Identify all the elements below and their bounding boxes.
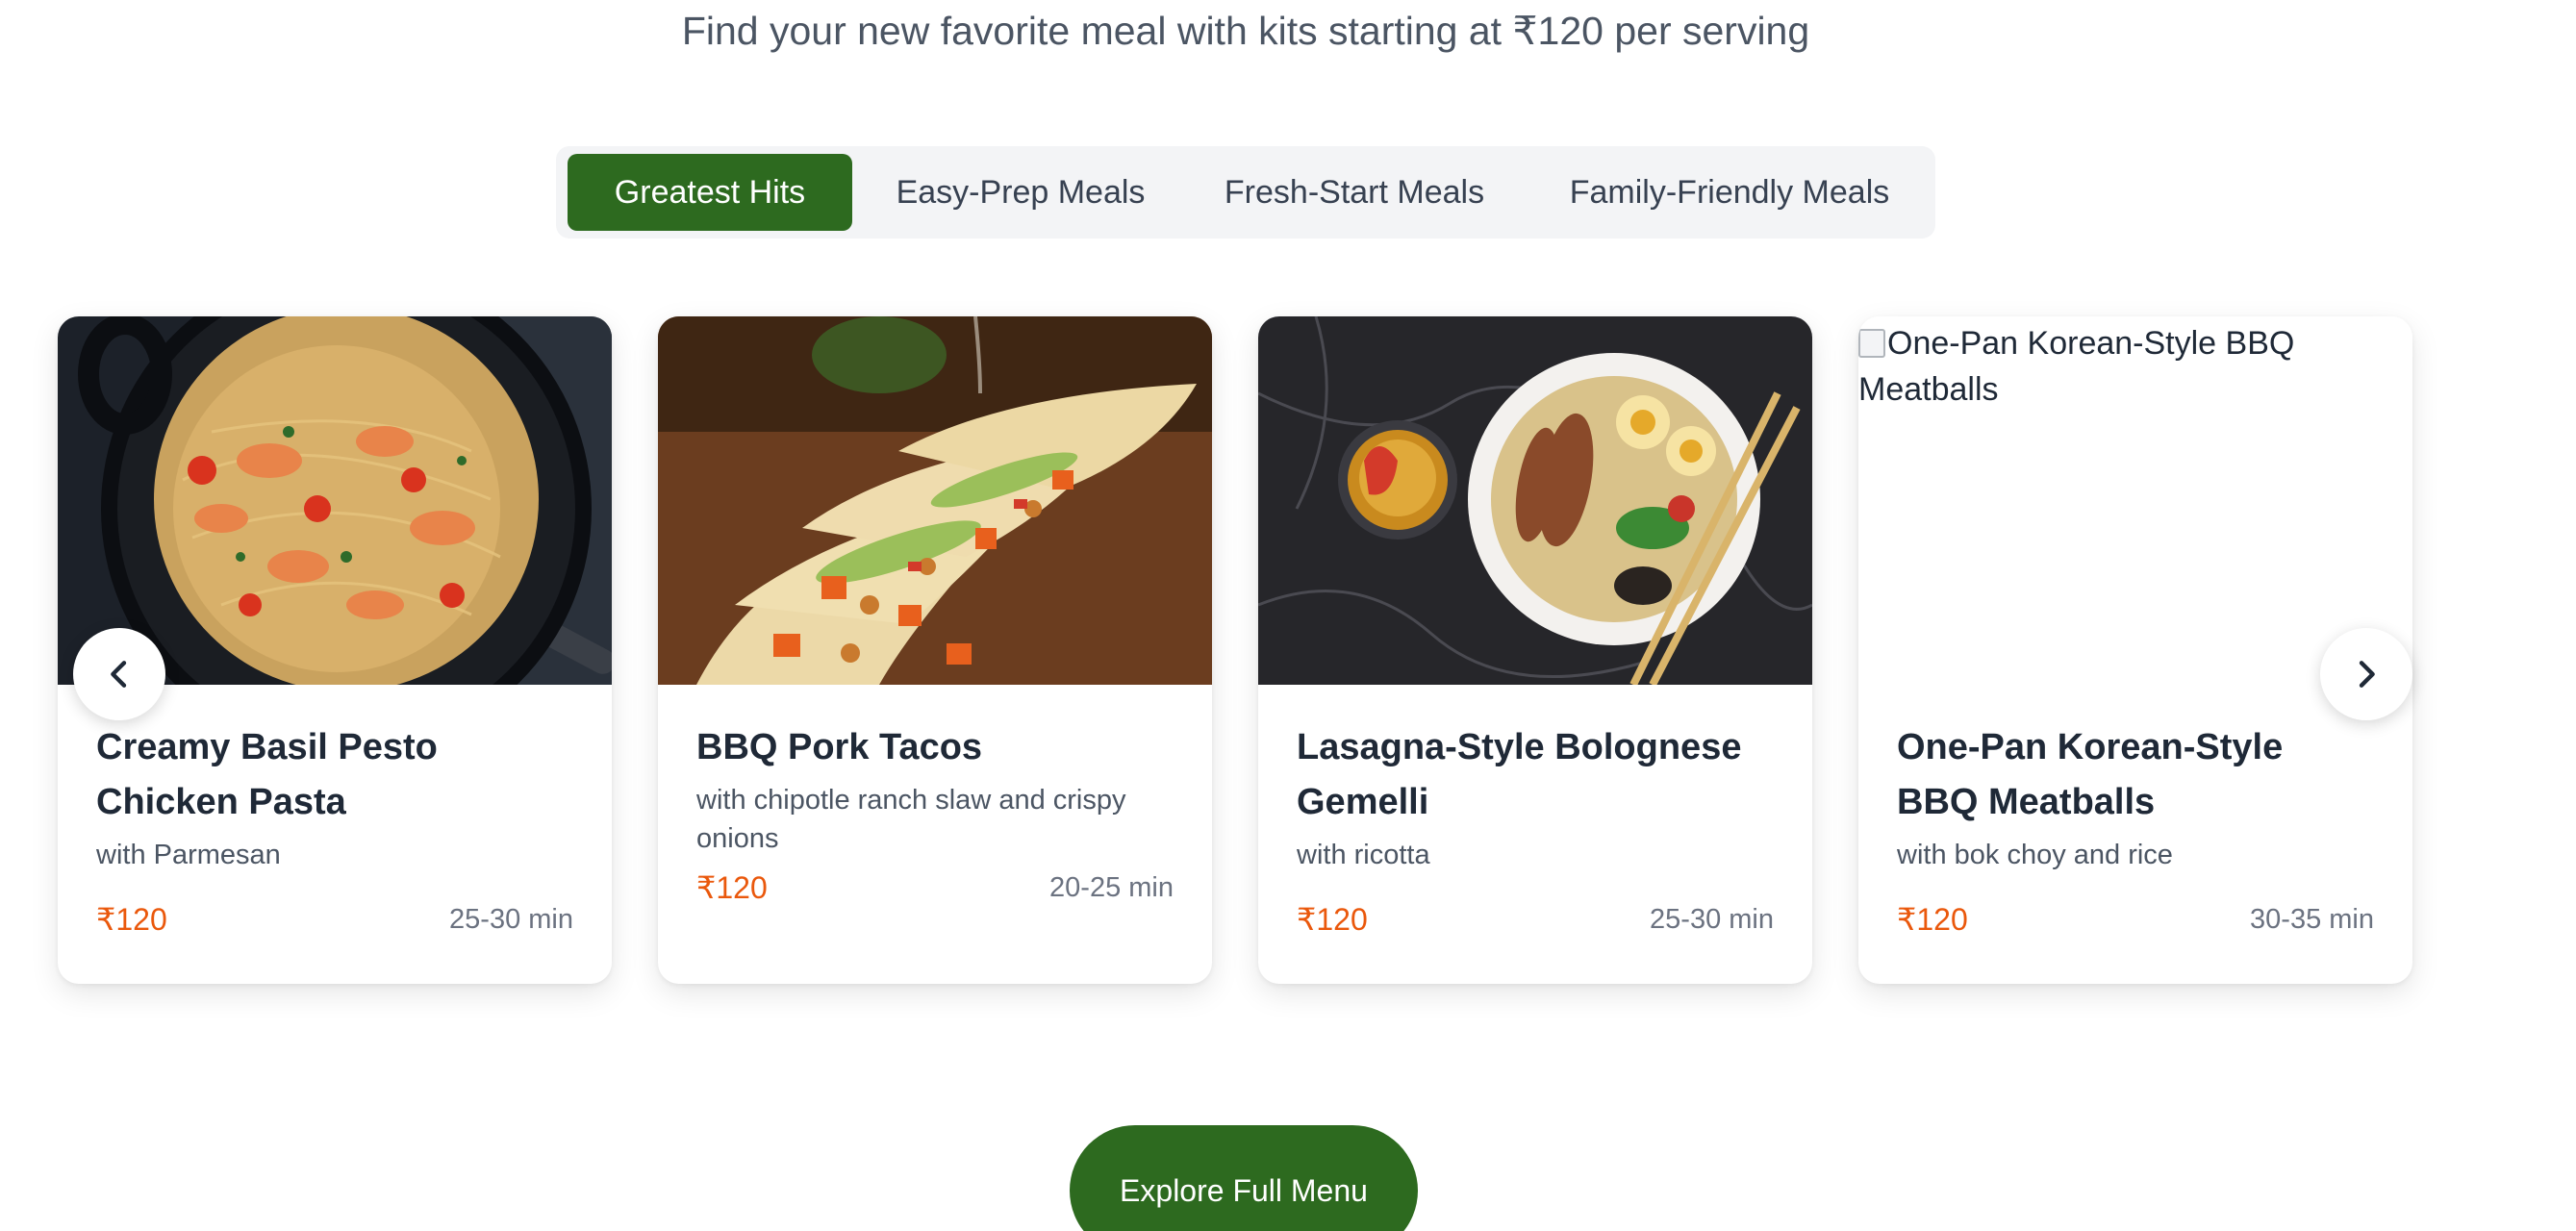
meal-subtitle: with bok choy and rice [1897, 840, 2173, 870]
meal-subtitle: with ricotta [1297, 840, 1430, 870]
tab-fresh-start-meals[interactable]: Fresh-Start Meals [1191, 154, 1518, 231]
chevron-left-icon [111, 661, 127, 688]
broken-image-icon [1858, 329, 1885, 358]
tab-family-friendly-meals[interactable]: Family-Friendly Meals [1533, 154, 1926, 231]
tab-greatest-hits[interactable]: Greatest Hits [568, 154, 852, 231]
meal-image-noodle-bowl [1258, 316, 1812, 685]
carousel-prev-button[interactable] [73, 628, 165, 720]
meal-title[interactable]: Lasagna-Style Bolognese Gemelli [1297, 720, 1774, 830]
meal-prep-time: 20-25 min [1049, 872, 1174, 903]
meal-prep-time: 30-35 min [2250, 904, 2374, 935]
tab-easy-prep-meals[interactable]: Easy-Prep Meals [866, 154, 1175, 231]
meal-prep-time: 25-30 min [449, 904, 573, 935]
meal-title[interactable]: One-Pan Korean-Style BBQ Meatballs [1897, 720, 2374, 830]
meal-image-broken: One-Pan Korean-Style BBQ Meatballs [1858, 316, 2412, 685]
chevron-right-icon [2359, 661, 2375, 688]
meal-category-tabs: Greatest Hits Easy-Prep Meals Fresh-Star… [556, 146, 1935, 239]
page-subtitle: Find your new favorite meal with kits st… [681, 9, 1810, 53]
meal-image-shrimp-pasta [58, 316, 612, 685]
meal-price: ₹120 [96, 902, 167, 937]
meal-subtitle: with Parmesan [96, 840, 281, 870]
meal-title[interactable]: BBQ Pork Tacos [696, 720, 1174, 775]
meal-card[interactable]: Lasagna-Style Bolognese Gemelli with ric… [1258, 316, 1812, 984]
image-alt-text: One-Pan Korean-Style BBQ Meatballs [1858, 316, 2412, 685]
explore-full-menu-button[interactable]: Explore Full Menu [1070, 1125, 1418, 1231]
carousel-next-button[interactable] [2320, 628, 2412, 720]
meal-price: ₹120 [1897, 902, 1968, 937]
meal-price: ₹120 [1297, 902, 1368, 937]
meal-title[interactable]: Creamy Basil Pesto Chicken Pasta [96, 720, 573, 830]
meal-prep-time: 25-30 min [1650, 904, 1774, 935]
meal-price: ₹120 [696, 870, 768, 905]
meal-card[interactable]: BBQ Pork Tacos with chipotle ranch slaw … [658, 316, 1212, 984]
meal-subtitle: with chipotle ranch slaw and crispy onio… [696, 785, 1126, 854]
meal-image-tacos [658, 316, 1212, 685]
